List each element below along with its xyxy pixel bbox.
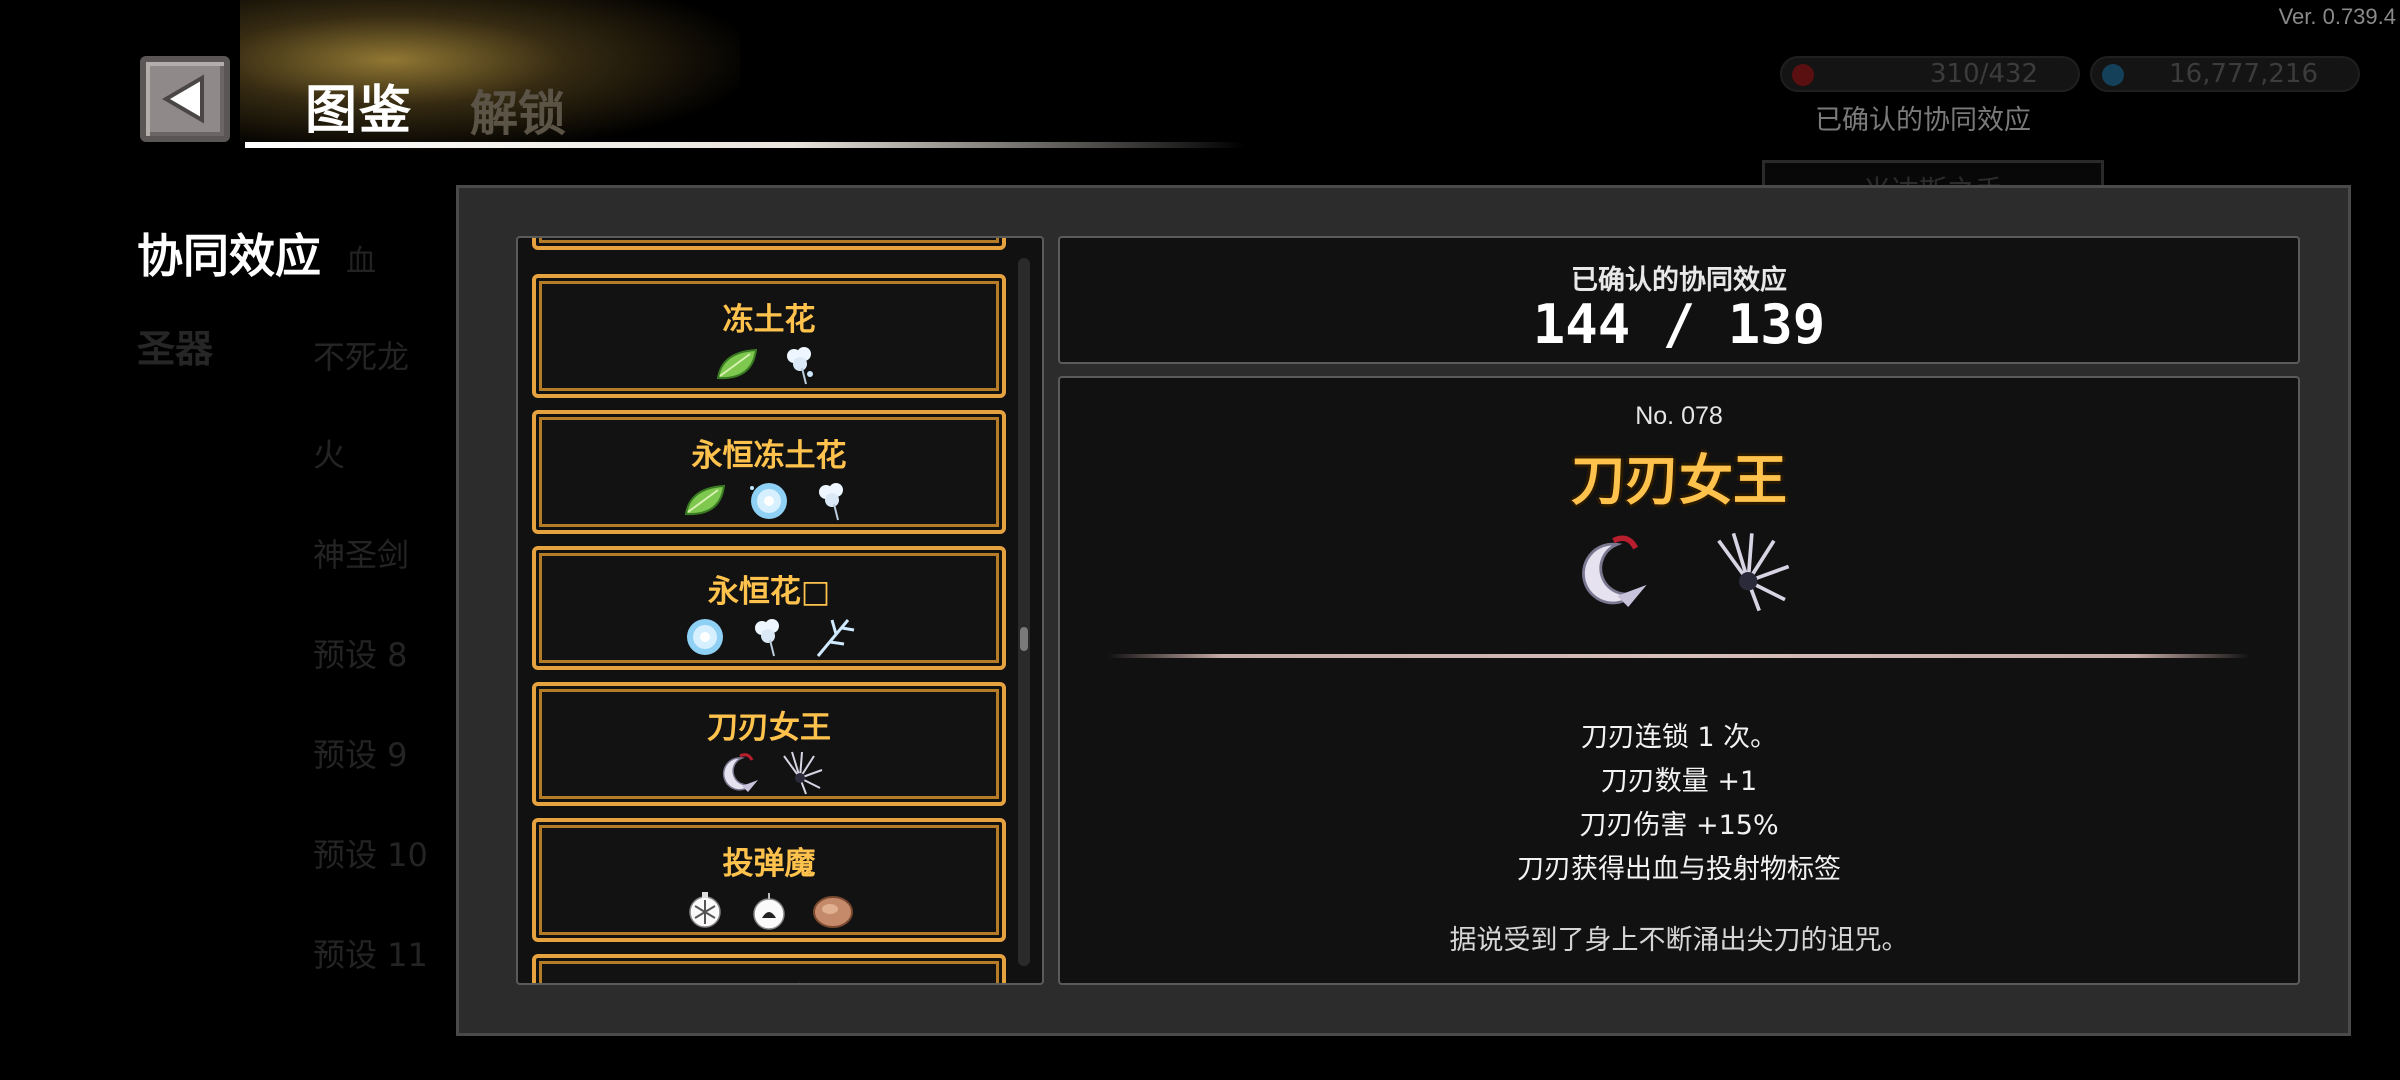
sack-icon [813, 896, 853, 928]
preset-item[interactable]: 火 [313, 430, 345, 476]
confirmed-synergy-label: 已确认的协同效应 [1571, 265, 1787, 296]
preset-item[interactable]: 预设 8 [313, 630, 408, 676]
crescent-blade-icon [1582, 535, 1647, 607]
synergy-number: No. 078 [1635, 402, 1723, 430]
synergy-detail-panel: No. 078 刀刃女王 刀刃连锁 1 次。 刀刃数量 +1 刀刃伤害 +15%… [1058, 376, 2300, 985]
synergy-card-name: 刀刃女王 [707, 710, 831, 746]
synergy-lore: 据说受到了身上不断涌出尖刀的诅咒。 [1449, 925, 1909, 956]
synergy-card-name: 投弹魔 [722, 846, 816, 882]
ice-flower-icon [750, 483, 787, 519]
list-scrollbar[interactable] [1018, 258, 1030, 966]
nav-relics[interactable]: 圣器 [137, 318, 213, 373]
white-flower-icon [755, 619, 779, 657]
header-ghost-text: 解锁 [470, 86, 567, 142]
preset-item[interactable]: 预设 10 [313, 830, 428, 876]
synergy-card-icons [536, 612, 1002, 662]
preset-item[interactable]: 预设 9 [313, 730, 408, 776]
confirmed-synergy-panel: 已确认的协同效应 144 / 139 [1058, 236, 2300, 364]
detail-divider [1108, 654, 2250, 658]
effect-line: 刀刃连锁 1 次。 [1580, 722, 1778, 753]
leaf-icon [716, 348, 758, 380]
header-underline [245, 142, 1245, 148]
background-confirmed-label: 已确认的协同效应 [1815, 105, 2031, 136]
synergy-card-icons [536, 340, 1002, 390]
page-title: 图鉴 [305, 81, 414, 141]
preset-item[interactable]: 预设 11 [313, 930, 428, 976]
gem-blue-icon [2102, 64, 2124, 86]
gem-red-icon [1792, 64, 1814, 86]
synergy-card-5[interactable]: 投弹魔 [532, 818, 1006, 942]
ice-branch-icon [816, 619, 855, 657]
synergy-card-1[interactable]: 冻土花 [532, 274, 1006, 398]
primary-counter-value: 310/432 [1929, 59, 2038, 89]
background-blood-label: 血 [346, 244, 376, 279]
effect-line: 刀刃获得出血与投射物标签 [1517, 854, 1841, 885]
synergy-card-name: 冻土花 [722, 302, 816, 338]
bomb-icon [753, 893, 785, 930]
secondary-counter-value: 16,777,216 [2169, 59, 2318, 89]
nav-synergy[interactable]: 协同效应 [137, 220, 321, 286]
leaf-icon [684, 484, 726, 516]
confirmed-synergy-count: 144 / 139 [1532, 293, 1826, 356]
synergy-card-name: 永恒冻土花 [691, 438, 847, 474]
list-scrollbar-thumb[interactable] [1020, 627, 1028, 651]
synergy-detail-icons [1060, 526, 2298, 618]
white-flower-icon [787, 347, 813, 385]
back-button[interactable] [140, 56, 230, 142]
spiked-claw-icon [1717, 532, 1790, 612]
synergy-title: 刀刃女王 [1571, 449, 1787, 512]
snowflake-bomb-icon [689, 892, 721, 928]
synergy-card-icons [536, 884, 1002, 934]
synergy-card-2[interactable]: 永恒冻土花 [532, 410, 1006, 534]
synergy-card-4[interactable]: 刀刃女王 [532, 682, 1006, 806]
synergy-card-icons [536, 476, 1002, 526]
effect-line: 刀刃数量 +1 [1600, 766, 1758, 797]
synergy-card-icons [536, 748, 1002, 798]
preset-item[interactable]: 神圣剑 [313, 530, 409, 576]
version-label: Ver. 0.739.4 [2278, 4, 2396, 29]
synergy-list[interactable]: 冻土花 永恒冻土花 永恒花□ 刀刃女王 投弹魔 [532, 238, 1022, 983]
synergy-list-panel[interactable]: 冻土花 永恒冻土花 永恒花□ 刀刃女王 投弹魔 [516, 236, 1044, 985]
synergy-card-3[interactable]: 永恒花□ [532, 546, 1006, 670]
back-arrow-icon [162, 74, 204, 124]
crescent-blade-icon [722, 753, 758, 792]
ice-flower-icon [687, 619, 723, 655]
spiked-claw-icon [783, 751, 823, 795]
synergy-card-name: 米达斯之手 [536, 974, 1002, 983]
synergy-effects: 刀刃连锁 1 次。 刀刃数量 +1 刀刃伤害 +15% 刀刃获得出血与投射物标签 [1060, 716, 2298, 892]
synergy-card-6[interactable]: 米达斯之手 [532, 954, 1006, 983]
white-flower-icon [819, 483, 843, 521]
preset-item[interactable]: 不死龙 [313, 332, 409, 378]
effect-line: 刀刃伤害 +15% [1579, 810, 1779, 841]
synergy-card[interactable] [532, 238, 1006, 250]
primary-counter: 310/432 [1780, 56, 2080, 92]
synergy-card-name: 永恒花□ [707, 574, 831, 610]
secondary-counter: 16,777,216 [2090, 56, 2360, 92]
